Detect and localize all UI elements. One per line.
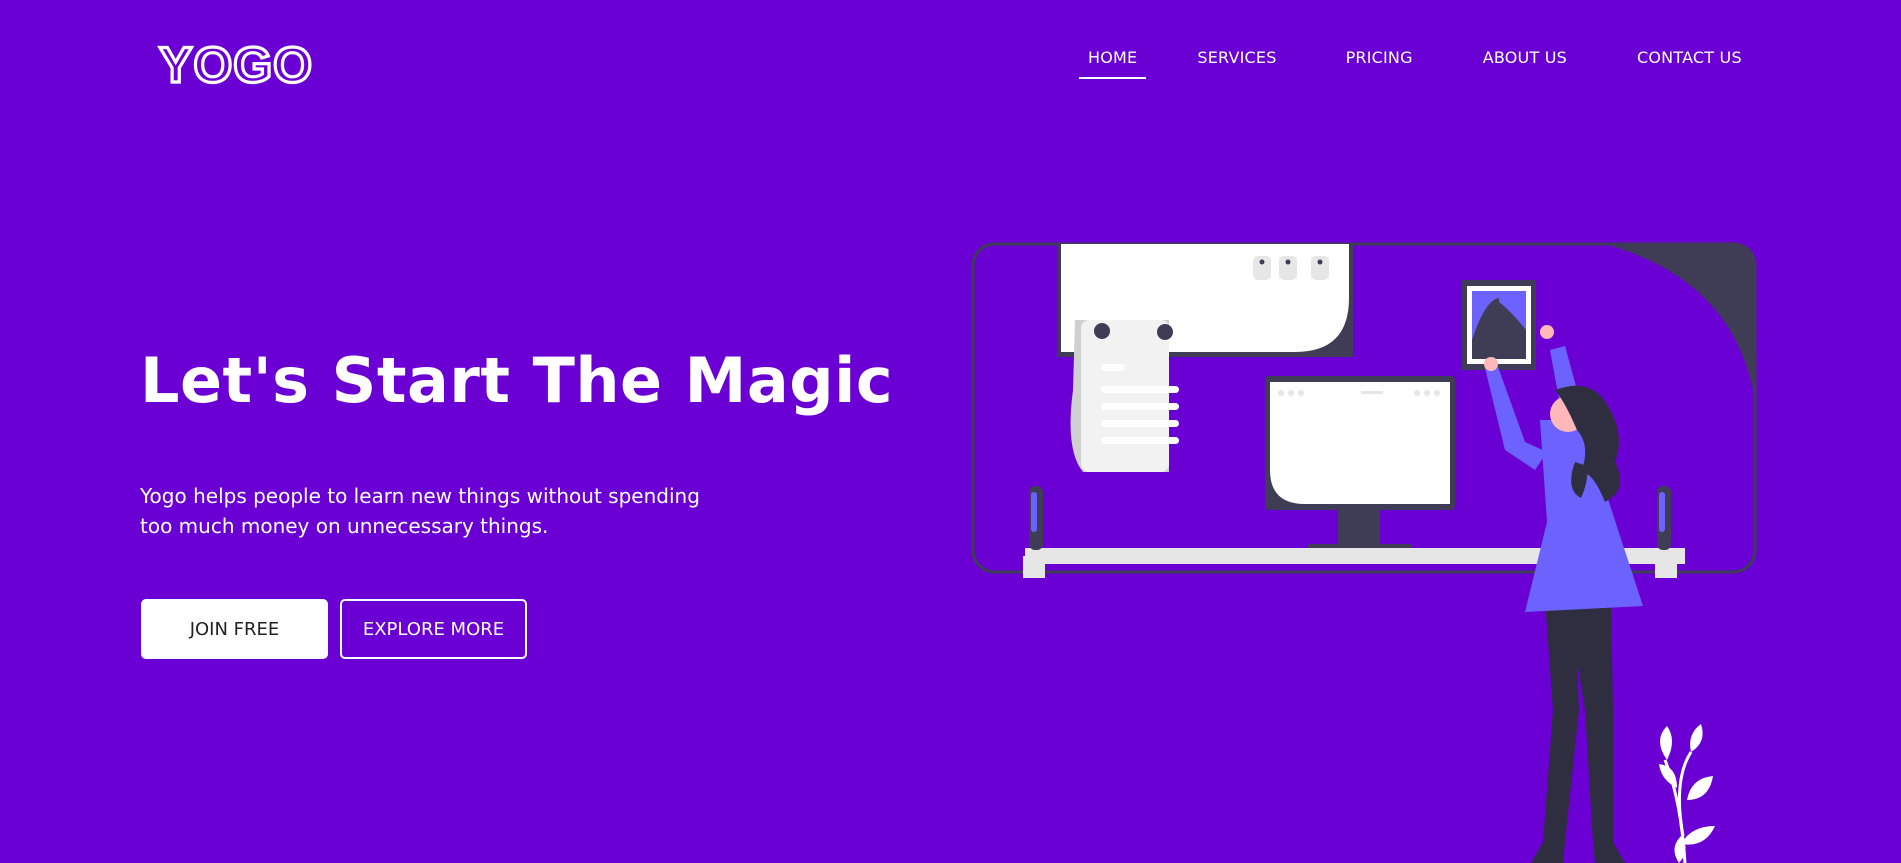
join-free-button[interactable]: JOIN FREE	[141, 599, 328, 659]
main-nav: HOME SERVICES PRICING ABOUT US CONTACT U…	[1079, 48, 1751, 79]
nav-home[interactable]: HOME	[1079, 48, 1147, 79]
hero-subtitle-line-1: Yogo helps people to learn new things wi…	[140, 484, 700, 508]
nav-contact-us[interactable]: CONTACT US	[1628, 48, 1751, 79]
desk-leg-left	[1023, 556, 1045, 578]
frame-corner-shape	[1605, 244, 1755, 400]
landing-page: YOGO HOME SERVICES PRICING ABOUT US CONT…	[0, 0, 1901, 863]
nav-about-us[interactable]: ABOUT US	[1474, 48, 1576, 79]
yogo-logo-wordmark: YOGO	[157, 38, 313, 90]
hero-subtitle: Yogo helps people to learn new things wi…	[140, 481, 740, 541]
nav-pricing[interactable]: PRICING	[1337, 48, 1422, 79]
monitor-screen	[1270, 382, 1450, 504]
workspace-illustration	[971, 242, 1757, 863]
monitor-stand	[1338, 510, 1380, 546]
hero-title: Let's Start The Magic	[140, 344, 894, 417]
person-torso	[1525, 420, 1643, 612]
nav-services[interactable]: SERVICES	[1188, 48, 1285, 79]
hero-illustration	[965, 240, 1765, 863]
explore-more-button[interactable]: EXPLORE MORE	[340, 599, 527, 659]
logo-text: YOGO	[159, 38, 313, 90]
person-arm-left	[1485, 364, 1547, 470]
desk-leg-right	[1655, 556, 1677, 578]
note-paper	[1081, 320, 1169, 472]
yogo-logo[interactable]: YOGO	[157, 38, 315, 90]
hero-subtitle-line-2: too much money on unnecessary things.	[140, 514, 549, 538]
